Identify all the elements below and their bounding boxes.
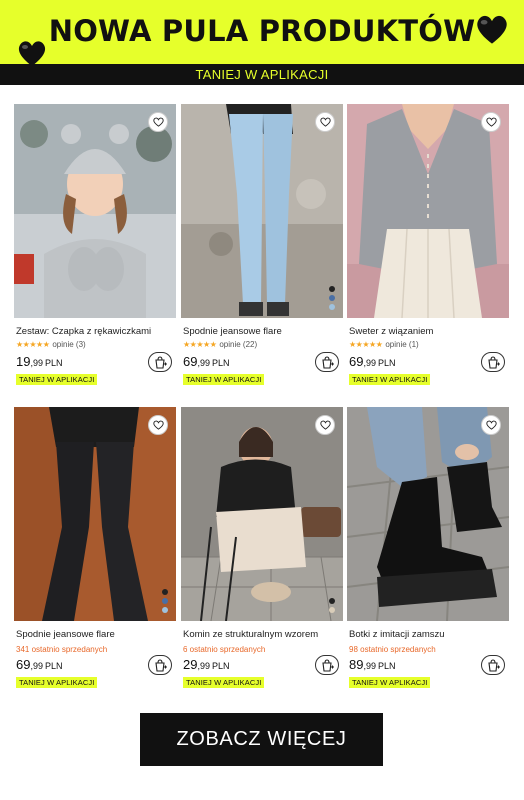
recently-sold-count: 6 ostatnio sprzedanych bbox=[183, 645, 266, 654]
color-swatch[interactable] bbox=[162, 598, 168, 604]
price-decimal: ,99 bbox=[363, 358, 376, 368]
color-swatch[interactable] bbox=[162, 589, 168, 595]
recently-sold-count: 98 ostatnio sprzedanych bbox=[349, 645, 436, 654]
color-swatch[interactable] bbox=[162, 607, 168, 613]
color-swatch[interactable] bbox=[329, 598, 335, 604]
price-currency: PLN bbox=[44, 358, 63, 368]
product-image[interactable] bbox=[181, 104, 343, 318]
add-to-cart-button[interactable] bbox=[481, 352, 505, 372]
price-integer: 69 bbox=[16, 657, 31, 672]
product-price: 89,99 PLN bbox=[349, 657, 396, 672]
price-decimal: ,99 bbox=[363, 661, 376, 671]
star-rating-icon: ★★★★★ bbox=[349, 340, 383, 349]
star-rating-icon: ★★★★★ bbox=[16, 340, 50, 349]
cart-icon bbox=[155, 658, 167, 672]
product-name[interactable]: Spodnie jeansowe flare bbox=[16, 629, 115, 640]
product-price: 69,99 PLN bbox=[16, 657, 63, 672]
price-integer: 69 bbox=[349, 354, 364, 369]
price-decimal: ,99 bbox=[197, 358, 210, 368]
app-price-badge: TANIEJ W APLIKACJI bbox=[16, 677, 98, 688]
product-price: 29,99 PLN bbox=[183, 657, 230, 672]
product-image[interactable] bbox=[14, 104, 176, 318]
price-currency: PLN bbox=[377, 661, 396, 671]
product-name[interactable]: Komin ze strukturalnym wzorem bbox=[183, 629, 318, 640]
banner-title: NOWA PULA PRODUKTÓW bbox=[48, 14, 476, 48]
favorite-heart-icon[interactable] bbox=[315, 415, 335, 435]
app-price-badge: TANIEJ W APLIKACJI bbox=[349, 677, 431, 688]
product-price: 19,99 PLN bbox=[16, 354, 63, 369]
product-price: 69,99 PLN bbox=[349, 354, 396, 369]
price-currency: PLN bbox=[377, 358, 396, 368]
header-banner: NOWA PULA PRODUKTÓW bbox=[0, 0, 524, 66]
product-name[interactable]: Sweter z wiązaniem bbox=[349, 326, 433, 337]
price-integer: 29 bbox=[183, 657, 198, 672]
favorite-heart-icon[interactable] bbox=[148, 112, 168, 132]
price-integer: 69 bbox=[183, 354, 198, 369]
price-currency: PLN bbox=[211, 358, 230, 368]
favorite-heart-icon[interactable] bbox=[148, 415, 168, 435]
product-rating: ★★★★★ opinie (1) bbox=[349, 340, 419, 349]
cart-icon bbox=[322, 355, 334, 369]
star-rating-icon: ★★★★★ bbox=[183, 340, 217, 349]
recently-sold-count: 341 ostatnio sprzedanych bbox=[16, 645, 108, 654]
app-price-badge: TANIEJ W APLIKACJI bbox=[183, 374, 265, 385]
product-price: 69,99 PLN bbox=[183, 354, 230, 369]
review-count: opinie (22) bbox=[219, 340, 258, 349]
cart-icon bbox=[155, 355, 167, 369]
add-to-cart-button[interactable] bbox=[315, 352, 339, 372]
product-image[interactable] bbox=[347, 104, 509, 318]
cart-icon bbox=[488, 658, 500, 672]
color-swatches[interactable] bbox=[162, 589, 168, 613]
app-discount-bar: TANIEJ W APLIKACJI bbox=[0, 64, 524, 85]
product-name[interactable]: Zestaw: Czapka z rękawiczkami bbox=[16, 326, 151, 337]
cart-icon bbox=[488, 355, 500, 369]
add-to-cart-button[interactable] bbox=[481, 655, 505, 675]
color-swatch[interactable] bbox=[329, 295, 335, 301]
price-integer: 89 bbox=[349, 657, 364, 672]
add-to-cart-button[interactable] bbox=[148, 352, 172, 372]
color-swatches[interactable] bbox=[329, 286, 335, 310]
app-price-badge: TANIEJ W APLIKACJI bbox=[183, 677, 265, 688]
app-discount-text: TANIEJ W APLIKACJI bbox=[195, 67, 329, 82]
review-count: opinie (1) bbox=[385, 340, 419, 349]
price-integer: 19 bbox=[16, 354, 31, 369]
product-image[interactable] bbox=[181, 407, 343, 621]
price-decimal: ,99 bbox=[30, 358, 43, 368]
see-more-button[interactable]: ZOBACZ WIĘCEJ bbox=[140, 713, 383, 766]
cart-icon bbox=[322, 658, 334, 672]
price-currency: PLN bbox=[44, 661, 63, 671]
app-price-badge: TANIEJ W APLIKACJI bbox=[16, 374, 98, 385]
add-to-cart-button[interactable] bbox=[315, 655, 339, 675]
price-currency: PLN bbox=[211, 661, 230, 671]
favorite-heart-icon[interactable] bbox=[481, 112, 501, 132]
product-rating: ★★★★★ opinie (22) bbox=[183, 340, 257, 349]
product-image[interactable] bbox=[14, 407, 176, 621]
color-swatch[interactable] bbox=[329, 304, 335, 310]
color-swatch[interactable] bbox=[329, 607, 335, 613]
product-image[interactable] bbox=[347, 407, 509, 621]
product-name[interactable]: Botki z imitacji zamszu bbox=[349, 629, 445, 640]
product-name[interactable]: Spodnie jeansowe flare bbox=[183, 326, 282, 337]
add-to-cart-button[interactable] bbox=[148, 655, 172, 675]
app-price-badge: TANIEJ W APLIKACJI bbox=[349, 374, 431, 385]
product-rating: ★★★★★ opinie (3) bbox=[16, 340, 86, 349]
color-swatches[interactable] bbox=[329, 598, 335, 613]
heart-icon bbox=[477, 15, 507, 44]
price-decimal: ,99 bbox=[30, 661, 43, 671]
color-swatch[interactable] bbox=[329, 286, 335, 292]
review-count: opinie (3) bbox=[52, 340, 86, 349]
favorite-heart-icon[interactable] bbox=[315, 112, 335, 132]
favorite-heart-icon[interactable] bbox=[481, 415, 501, 435]
price-decimal: ,99 bbox=[197, 661, 210, 671]
